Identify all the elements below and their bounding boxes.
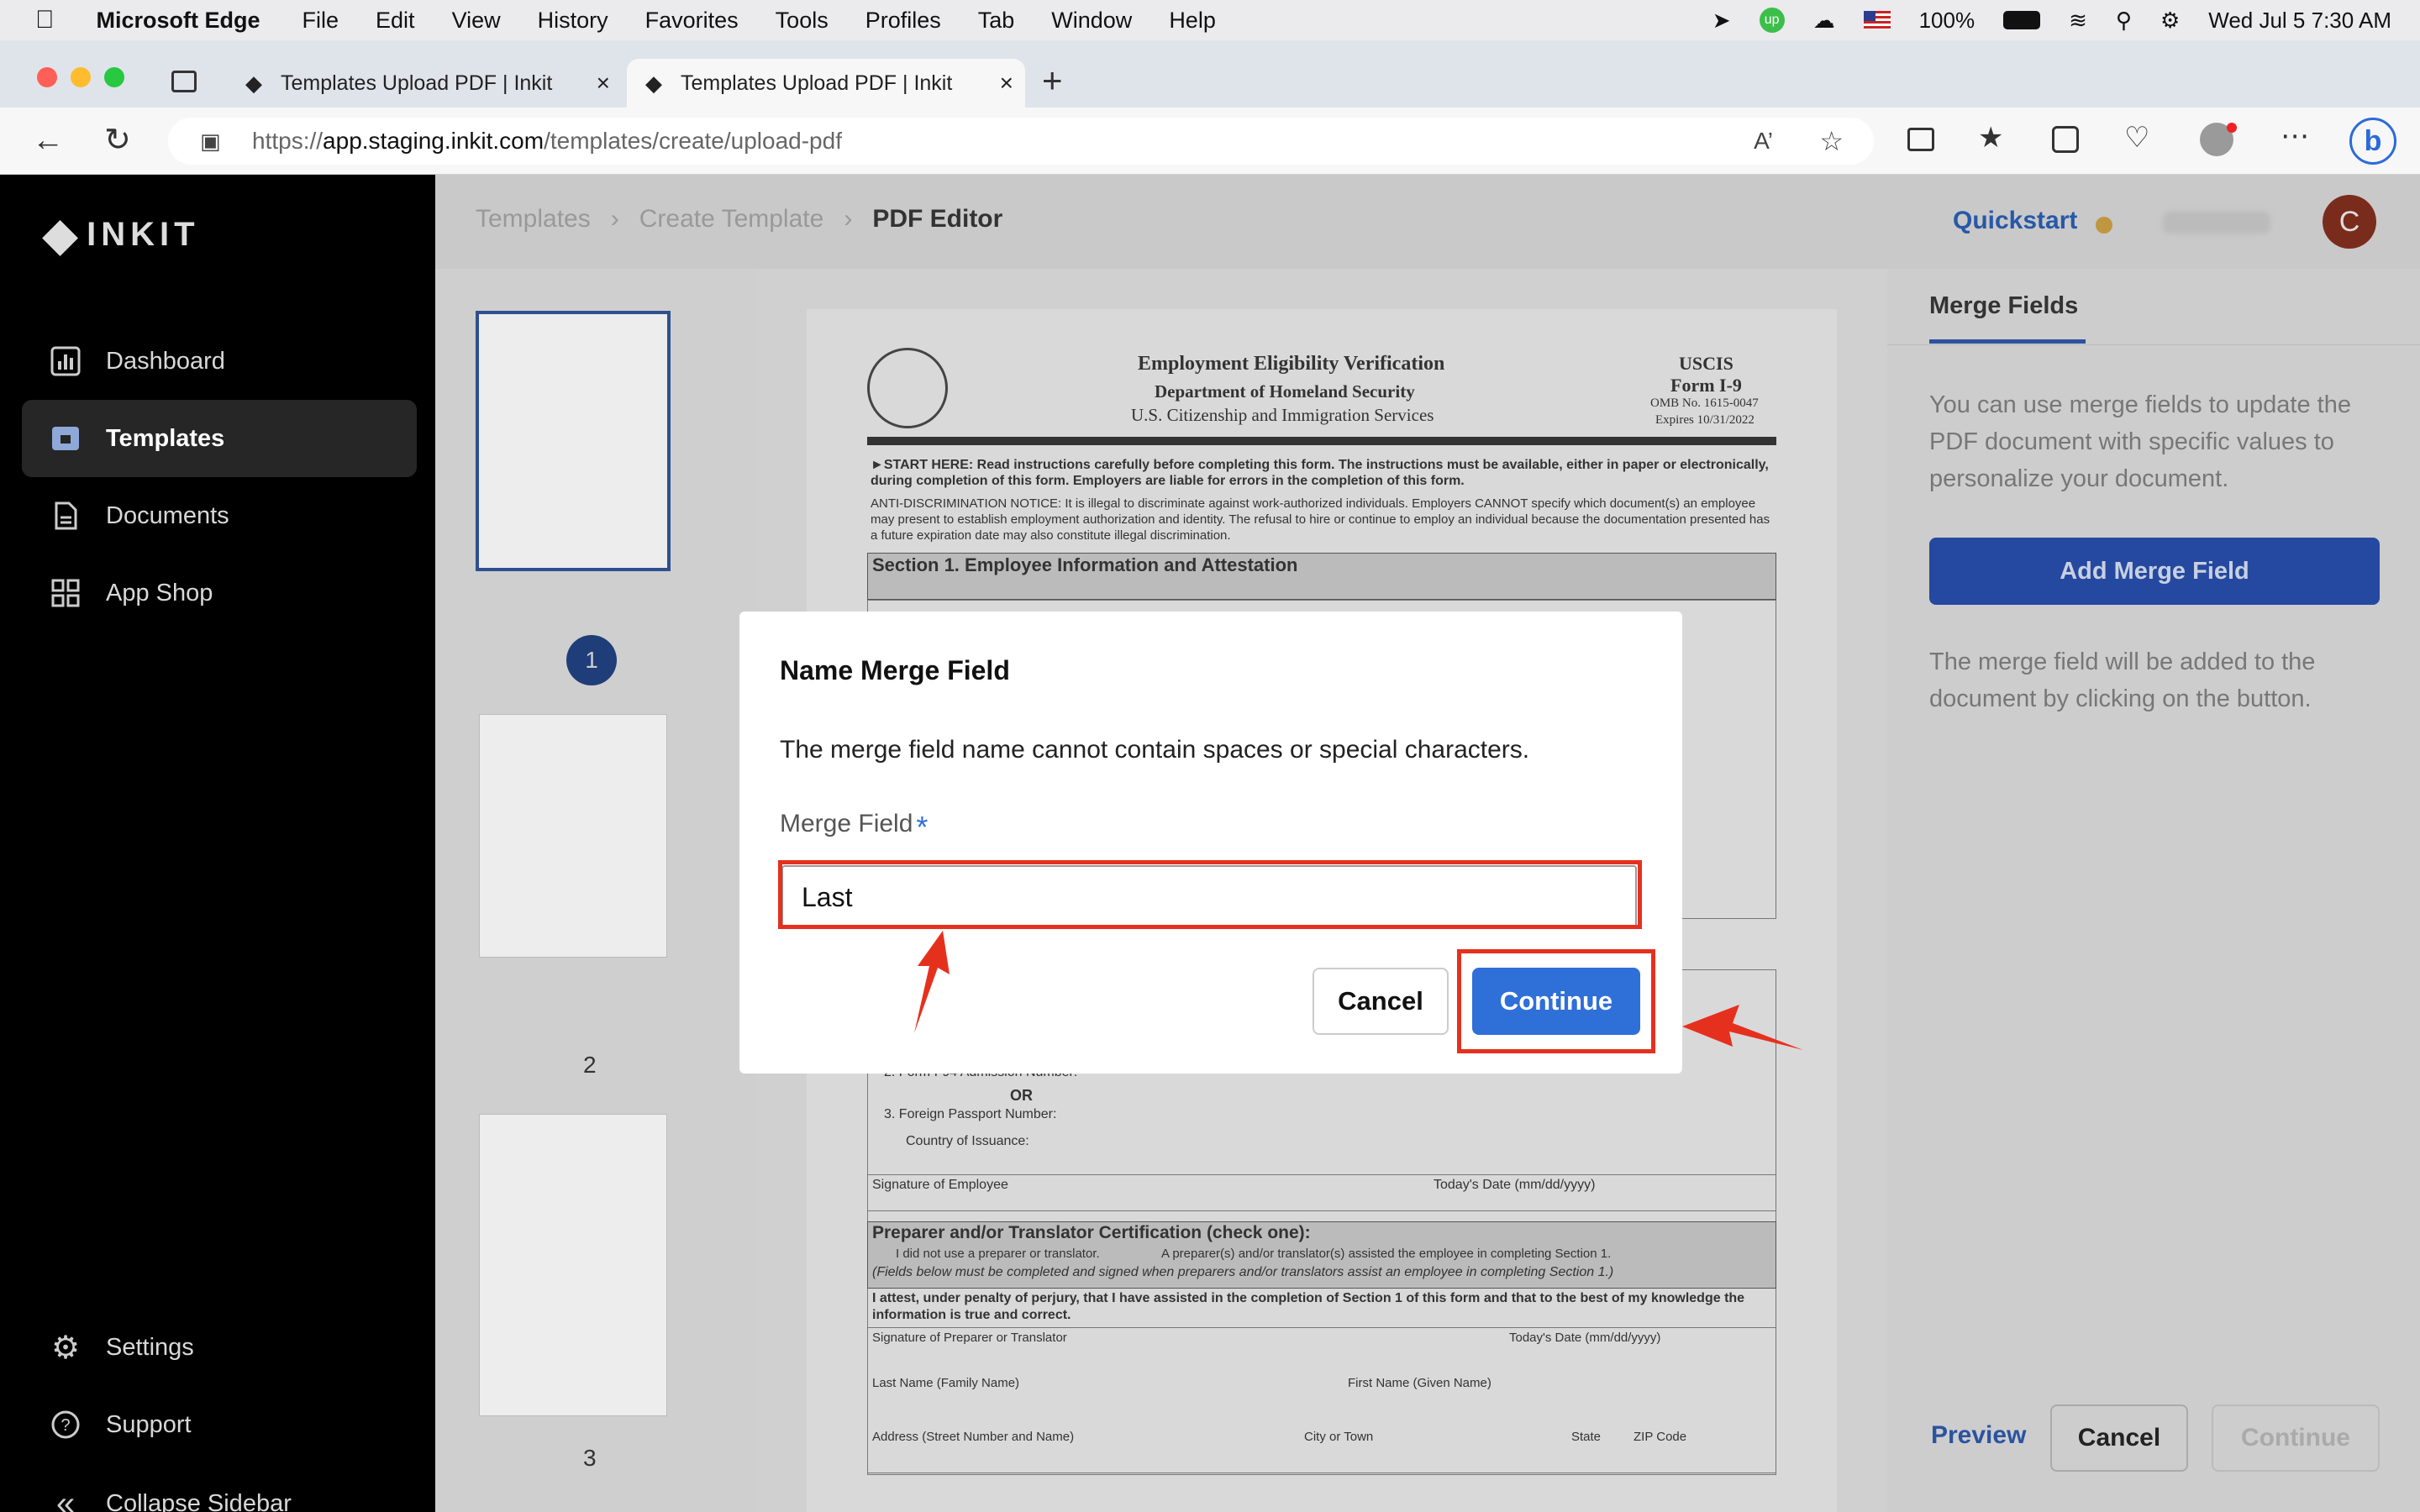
arrow-left-to-continue-icon bbox=[1682, 1005, 1803, 1050]
annotation-arrows bbox=[914, 931, 1803, 1050]
arrow-up-to-input-icon bbox=[914, 931, 950, 1033]
